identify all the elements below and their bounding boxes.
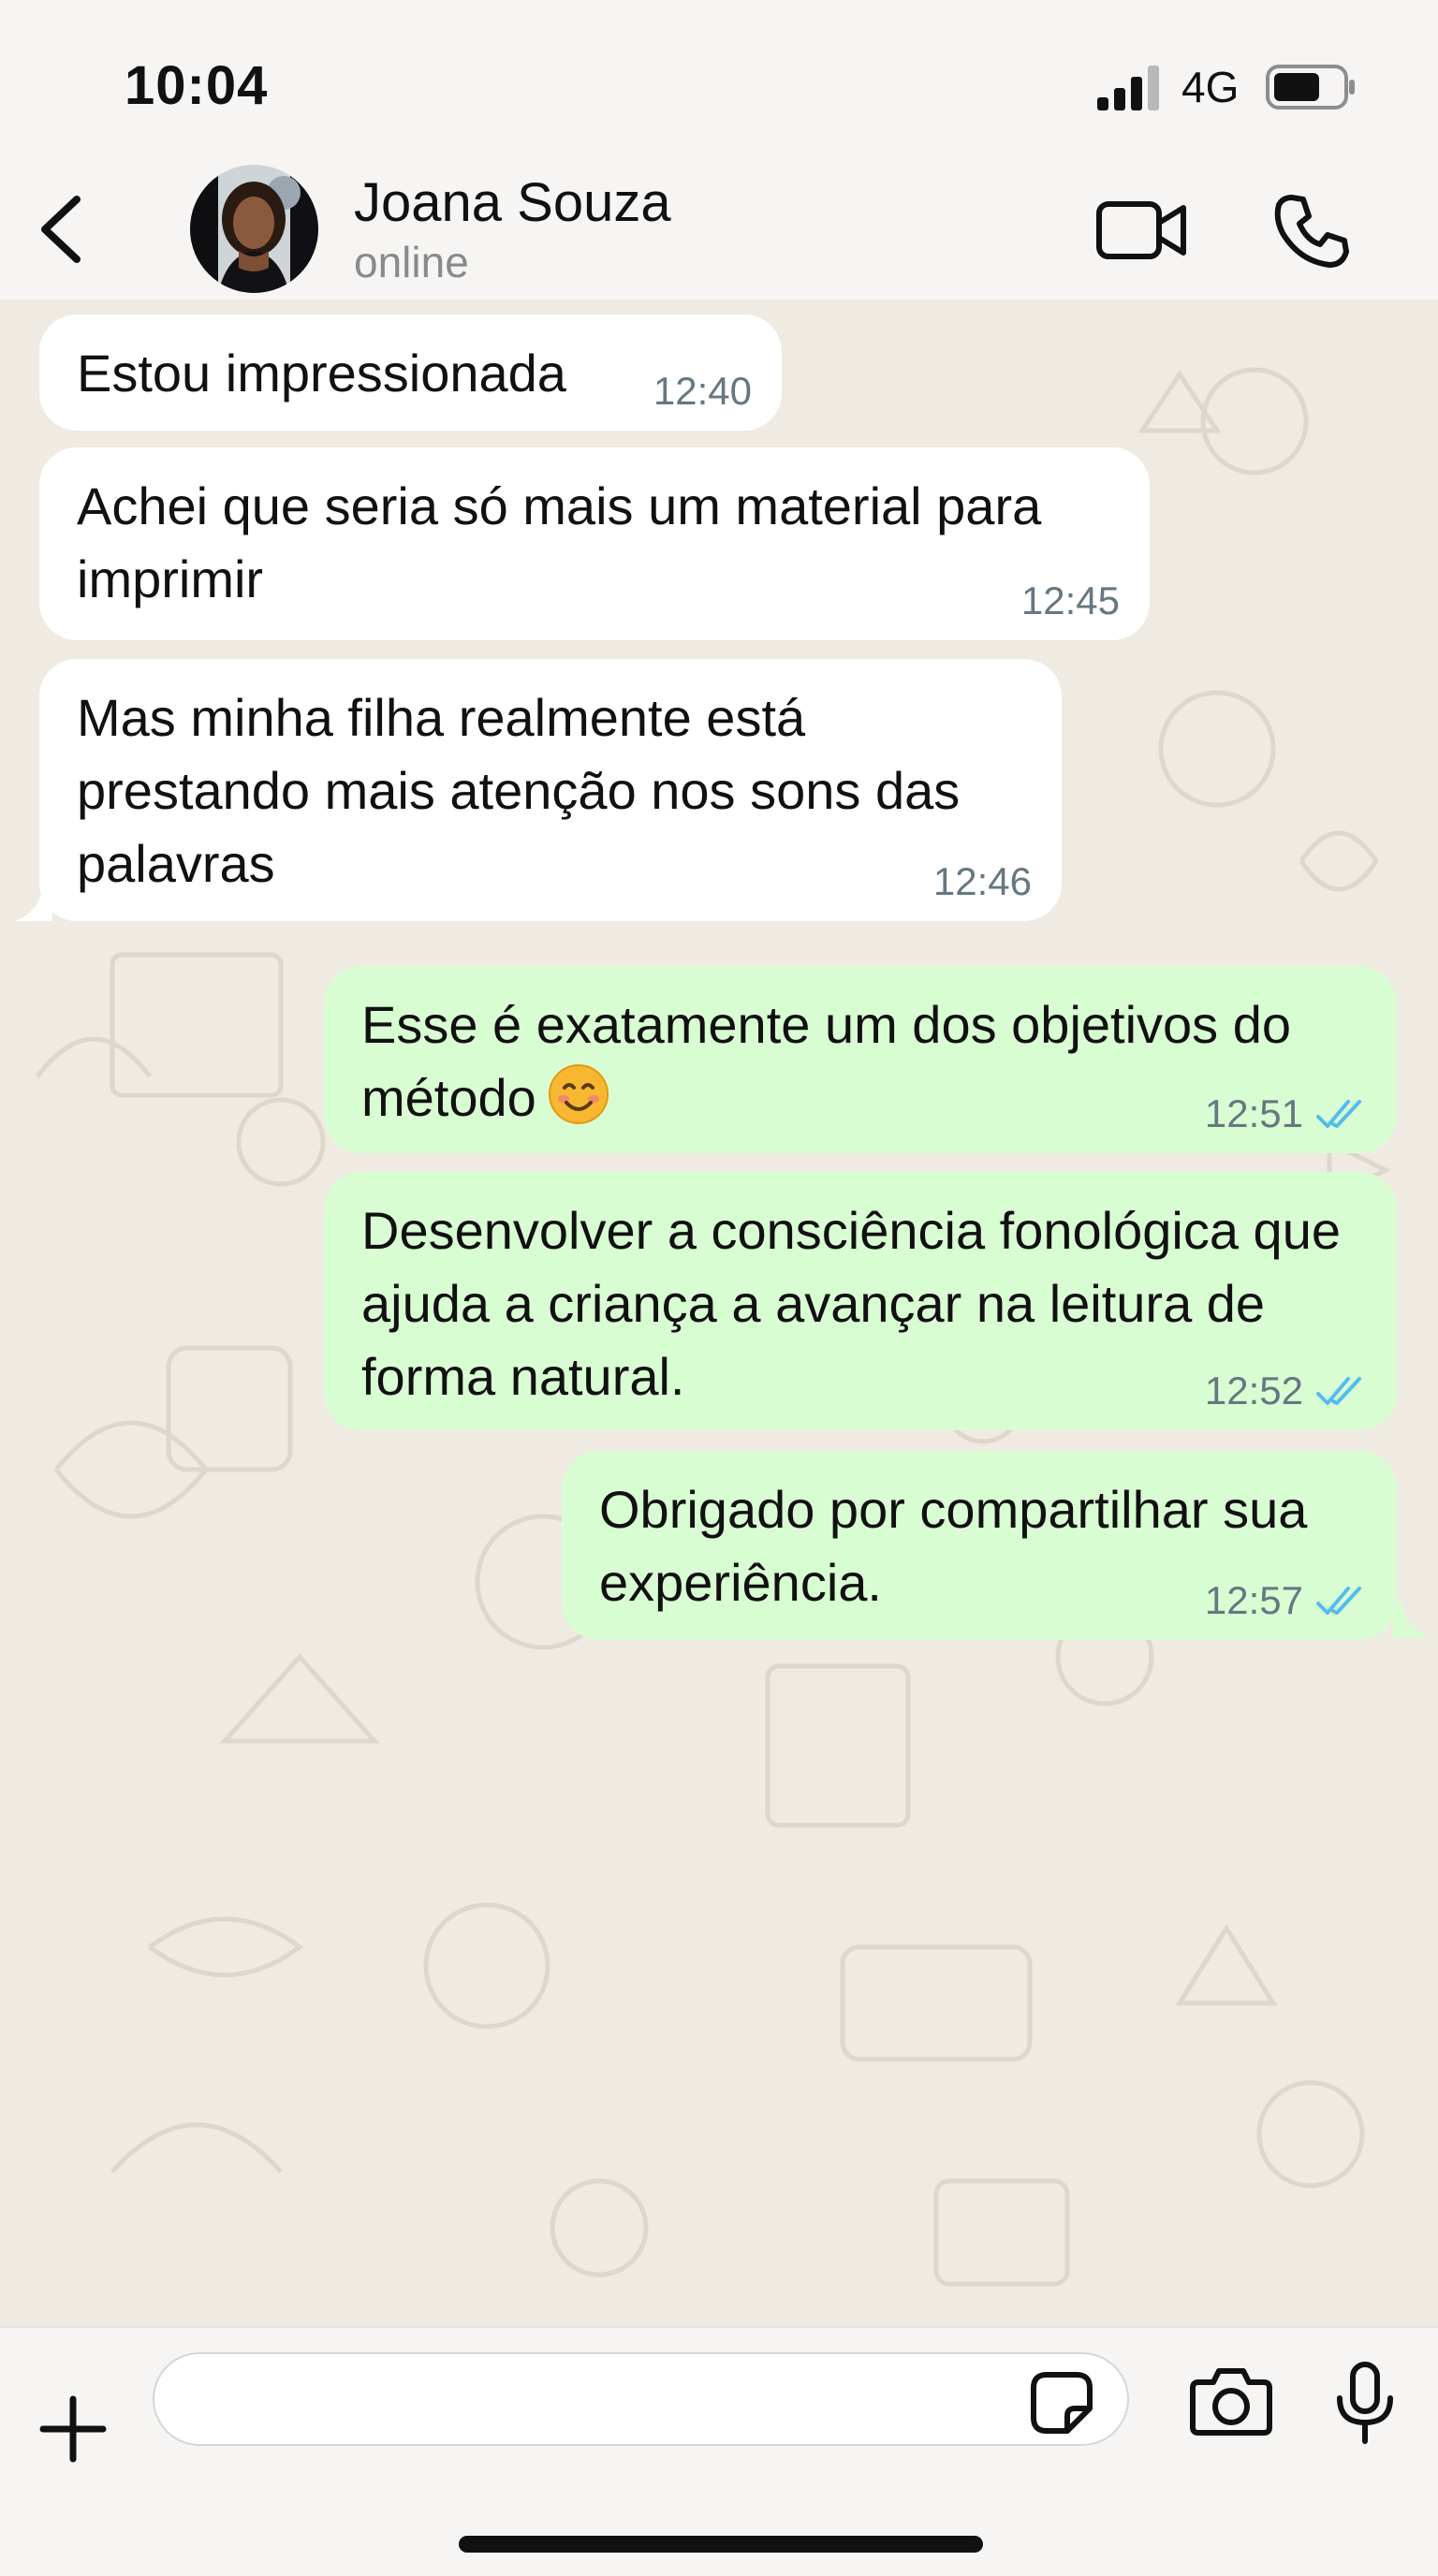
contact-name[interactable]: Joana Souza <box>354 171 671 234</box>
smiling-face-icon <box>548 1064 609 1124</box>
message-bubble-outgoing[interactable]: Desenvolver a consciência fonológica que… <box>324 1172 1397 1430</box>
message-text: Achei que seria só mais um material para… <box>77 476 1056 608</box>
message-meta: 12:46 <box>933 859 1032 904</box>
read-receipt-icon <box>1316 1587 1361 1615</box>
message-composer <box>0 2326 1438 2576</box>
message-bubble-incoming[interactable]: Achei que seria só mais um material para… <box>39 447 1150 640</box>
bubble-tail <box>1393 1603 1431 1638</box>
message-bubble-incoming[interactable]: Estou impressionada 12:40 <box>39 315 782 431</box>
battery-icon <box>1266 65 1355 110</box>
message-time: 12:57 <box>1204 1578 1303 1622</box>
message-bubble-outgoing[interactable]: Esse é exatamente um dos objetivos do mé… <box>324 966 1397 1153</box>
network-label: 4G <box>1181 63 1240 111</box>
read-receipt-icon <box>1316 1377 1361 1405</box>
message-time: 12:51 <box>1204 1091 1303 1135</box>
message-meta: 12:40 <box>653 369 752 414</box>
message-text: Mas minha filha realmente está prestando… <box>77 688 975 893</box>
read-receipt-icon <box>1316 1100 1361 1128</box>
message-text-body: Esse é exatamente um dos objetivos do mé… <box>361 995 1306 1127</box>
message-meta: 12:57 <box>1205 1578 1367 1623</box>
contact-status: online <box>354 238 469 286</box>
message-input[interactable] <box>153 2352 1129 2446</box>
attach-button[interactable] <box>37 2393 109 2465</box>
message-time: 12:52 <box>1204 1368 1303 1412</box>
voice-call-button[interactable] <box>1271 192 1350 271</box>
microphone-button[interactable] <box>1334 2361 1396 2445</box>
message-bubble-outgoing[interactable]: Obrigado por compartilhar sua experiênci… <box>562 1451 1397 1640</box>
chat-header: Joana Souza online <box>0 154 1438 300</box>
status-time: 10:04 <box>125 55 269 116</box>
avatar[interactable] <box>190 165 318 293</box>
message-bubble-incoming[interactable]: Mas minha filha realmente está prestando… <box>39 659 1062 921</box>
camera-button[interactable] <box>1189 2365 1273 2437</box>
message-text: Estou impressionada <box>77 344 566 402</box>
message-meta: 12:45 <box>1021 578 1120 623</box>
bubble-tail <box>15 886 52 921</box>
message-time: 12:40 <box>653 369 752 413</box>
contact-photo <box>190 165 318 293</box>
message-list[interactable]: Estou impressionada 12:40 Achei que seri… <box>0 300 1438 2326</box>
message-time: 12:45 <box>1020 578 1120 622</box>
status-bar: 10:04 4G <box>0 0 1438 168</box>
back-button[interactable] <box>36 192 92 267</box>
message-time: 12:46 <box>932 859 1032 903</box>
sticker-button[interactable] <box>1028 2369 1095 2437</box>
chat-screen: 10:04 4G Joana Souza online Estou impres… <box>0 0 1438 2576</box>
message-meta: 12:52 <box>1205 1368 1367 1413</box>
message-meta: 12:51 <box>1205 1091 1367 1136</box>
home-indicator[interactable] <box>459 2536 983 2553</box>
signal-bars-icon <box>1097 66 1159 110</box>
video-call-button[interactable] <box>1095 195 1189 266</box>
